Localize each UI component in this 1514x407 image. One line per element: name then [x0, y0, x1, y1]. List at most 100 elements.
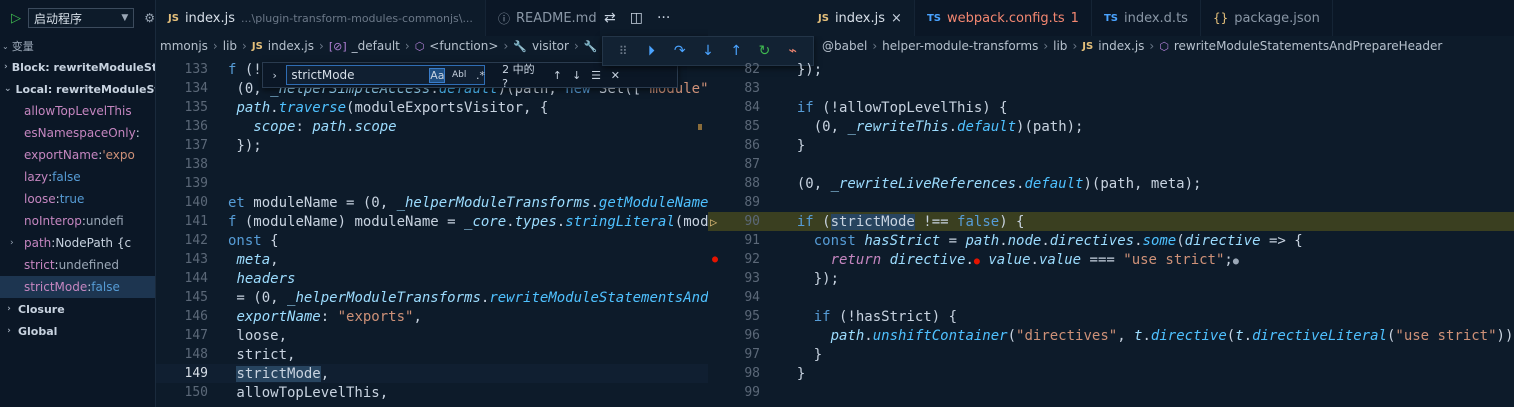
step-into-icon[interactable]: ↓: [698, 43, 718, 59]
function-symbol-icon: ⬡: [414, 39, 425, 53]
var-name: esNamespaceOnly: [24, 126, 136, 140]
tab-package-json[interactable]: {} package.json: [1201, 0, 1333, 36]
crumb[interactable]: helper-module-transforms: [882, 39, 1038, 53]
var-esNamespaceOnly[interactable]: esNamespaceOnly:: [0, 122, 155, 144]
code-line: 141 f (moduleName) moduleName = _core.typ…: [184, 213, 708, 230]
left-code-editor[interactable]: 133 f (! 134 (0, _helperSimpleAccess.defa…: [156, 60, 708, 407]
scope-local[interactable]: ⌄ Local: rewriteModuleStatem: [0, 78, 155, 100]
property-symbol-icon: 🔧: [583, 39, 598, 53]
start-debugging-icon[interactable]: ▷: [8, 11, 24, 26]
find-in-selection-icon[interactable]: ☰: [588, 69, 603, 82]
step-out-icon[interactable]: ↑: [726, 43, 746, 59]
crumb[interactable]: index.js: [1098, 39, 1144, 53]
var-exportName[interactable]: exportName: 'expo: [0, 144, 155, 166]
code-line: 140 et moduleName = (0, _helperModuleTran…: [184, 194, 708, 211]
var-value: true: [59, 192, 85, 206]
split-editor-icon[interactable]: ◫: [630, 10, 643, 26]
left-editor-actions: ⇄ ◫ ···: [604, 0, 670, 36]
variable-symbol-icon: [⊘]: [328, 39, 347, 53]
crumb[interactable]: mmonjs: [160, 39, 208, 53]
right-breadcrumb: @babel › helper-module-transforms › lib › J…: [822, 39, 1443, 53]
scope-block[interactable]: › Block: rewriteModuleStatem: [0, 56, 155, 78]
ts-file-icon: TS: [926, 12, 941, 24]
var-lazy[interactable]: lazy: false: [0, 166, 155, 188]
compare-icon[interactable]: ⇄: [604, 10, 616, 26]
launch-config-select[interactable]: 启动程序 ▼: [28, 8, 135, 28]
crumb[interactable]: lib: [1053, 39, 1067, 53]
var-name: loose: [24, 192, 56, 206]
scope-label: Local: rewriteModuleStatem: [15, 82, 155, 96]
property-symbol-icon: 🔧: [513, 39, 527, 53]
tab-readme[interactable]: ⓘ README.md: [486, 0, 600, 36]
var-strict[interactable]: strict: undefined: [0, 254, 155, 276]
previous-match-icon[interactable]: ↑: [550, 69, 565, 82]
scope-closure[interactable]: › Closure: [0, 298, 155, 320]
var-name: allowTopLevelThis: [24, 104, 132, 118]
var-strictMode[interactable]: strictMode: false: [0, 276, 155, 298]
crumb[interactable]: index.js: [268, 39, 314, 53]
launch-config-label: 启动程序: [34, 11, 83, 26]
breakpoint-icon[interactable]: ●: [712, 254, 718, 265]
code-line: 137 });: [184, 137, 262, 154]
code-line: 93 });: [744, 270, 840, 287]
code-line: 139: [184, 176, 208, 191]
tab-index-js-right[interactable]: JS index.js ×: [708, 0, 915, 36]
crumb[interactable]: lib: [223, 39, 237, 53]
var-name: exportName: [24, 148, 99, 162]
var-value: :: [135, 126, 140, 140]
code-line: 135 path.traverse(moduleExportsVisitor, …: [184, 99, 549, 116]
code-line: ● 92 return directive.● value.value === "…: [712, 251, 1239, 268]
crumb[interactable]: <function>: [429, 39, 498, 53]
scope-label: Block: rewriteModuleStatem: [11, 60, 155, 74]
js-file-icon: JS: [251, 40, 263, 52]
match-whole-word-button[interactable]: Abl: [451, 70, 466, 80]
current-execution-line: ▷ 90 if (strictMode !== false) {: [708, 212, 1514, 231]
tab-webpack-config[interactable]: TS webpack.config.ts 1: [915, 0, 1092, 36]
var-value: NodePath {c: [55, 236, 132, 250]
gear-icon[interactable]: ⚙: [144, 11, 155, 25]
variables-section-header[interactable]: ⌄ 变量: [0, 36, 155, 56]
tab-index-js-left[interactable]: JS index.js ...\plugin-transform-modules…: [156, 0, 486, 36]
match-case-button[interactable]: Aa: [429, 67, 446, 83]
restart-icon[interactable]: ↻: [755, 43, 775, 59]
scope-global[interactable]: › Global: [0, 320, 155, 342]
code-line: 95 if (!hasStrict) {: [744, 308, 958, 325]
tab-label: index.d.ts: [1123, 10, 1188, 26]
next-match-icon[interactable]: ↓: [569, 69, 584, 82]
chevron-right-icon: ›: [4, 62, 8, 72]
crumb[interactable]: _default: [352, 39, 400, 53]
code-line: 143 meta,: [184, 251, 279, 268]
continue-icon[interactable]: ⏵: [641, 43, 661, 59]
execution-pointer-icon: ▷: [710, 214, 718, 229]
code-line: 149 strictMode,: [156, 364, 708, 383]
toggle-replace-icon[interactable]: ›: [267, 69, 282, 82]
tab-label: package.json: [1234, 10, 1320, 26]
var-name: strictMode: [24, 280, 88, 294]
code-line: 86 }: [744, 137, 806, 154]
close-icon[interactable]: ×: [891, 11, 902, 26]
crumb[interactable]: rewriteModuleStatementsAndPrepareHeader: [1174, 39, 1442, 53]
code-line: 85 (0, _rewriteThis.default)(path);: [744, 118, 1084, 135]
crumb[interactable]: visitor: [532, 39, 569, 53]
code-line: 82 });: [744, 61, 823, 78]
tab-index-d-ts[interactable]: TS index.d.ts: [1092, 0, 1201, 36]
code-line: 91 const hasStrict = path.node.directive…: [744, 232, 1303, 249]
var-allowTopLevelThis[interactable]: allowTopLevelThis: [0, 100, 155, 122]
drag-handle-icon[interactable]: ⠿: [613, 44, 633, 58]
use-regex-button[interactable]: .*: [473, 69, 488, 82]
var-noInterop[interactable]: noInterop: undefi: [0, 210, 155, 232]
crumb[interactable]: @babel: [822, 39, 867, 53]
debug-sidebar: ▷ 启动程序 ▼ ⚙ ⌄ 变量 › Block: rewriteModuleSt…: [0, 0, 156, 407]
code-line: 147 loose,: [184, 327, 288, 344]
right-code-editor[interactable]: 82 }); 83 84 if (!allowTopLevelThis) { 8…: [708, 60, 1514, 407]
step-over-icon[interactable]: ↷: [670, 43, 690, 59]
close-icon[interactable]: ✕: [608, 69, 623, 82]
chevron-right-icon: ›: [7, 326, 11, 336]
var-path[interactable]: › path: NodePath {c: [0, 232, 155, 254]
var-loose[interactable]: loose: true: [0, 188, 155, 210]
tab-path: ...\plugin-transform-modules-commonjs\..…: [241, 11, 473, 25]
code-line: 148 strict,: [184, 346, 296, 363]
var-value: 'expo: [102, 148, 135, 162]
more-actions-icon[interactable]: ···: [657, 10, 670, 26]
disconnect-icon[interactable]: ⌁: [783, 43, 803, 59]
